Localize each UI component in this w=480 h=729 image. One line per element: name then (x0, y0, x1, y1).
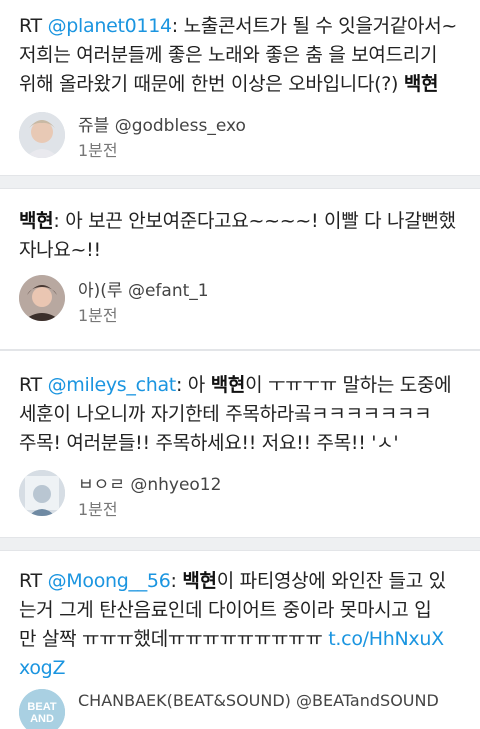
avatar[interactable] (19, 275, 65, 321)
avatar-logo-text: BEAT (27, 701, 56, 713)
tweet-feed: RT @planet0114: 노출콘서트가 될 수 잇을거같아서~ 저희는 여… (0, 0, 480, 729)
tweet-url-link-continued[interactable]: xogZ (19, 657, 65, 679)
tweet-card[interactable]: 백현: 아 보끈 안보여준다고요~~~~! 이빨 다 나갈뻔했 자나요~!! 아… (0, 188, 480, 350)
tweet-card[interactable]: RT @mileys_chat: 아 백현이 ㅜㅠㅜㅠ 말하는 도중에 세훈이 … (0, 350, 480, 538)
avatar[interactable]: BEAT AND (19, 689, 65, 729)
user-handle: @efant_1 (127, 281, 209, 301)
timestamp: 1분전 (78, 141, 118, 160)
display-name: CHANBAEK(BEAT&SOUND) (78, 691, 291, 710)
keyword-highlight: 백현 (403, 73, 439, 95)
keyword-highlight: 백현 (182, 570, 217, 592)
keyword-highlight: 백현 (19, 210, 54, 232)
avatar[interactable] (19, 470, 65, 516)
tweet-author[interactable]: ㅂㅇㄹ @nhyeo12 (78, 470, 221, 495)
tweet-card[interactable]: RT @planet0114: 노출콘서트가 될 수 잇을거같아서~ 저희는 여… (0, 0, 480, 176)
keyword-highlight: 백현 (210, 374, 246, 396)
display-name: 쥬블 (78, 116, 110, 136)
tweet-author[interactable]: 아)(루 @efant_1 (78, 276, 209, 301)
user-handle: @nhyeo12 (130, 475, 222, 495)
timestamp: 1분전 (78, 306, 118, 325)
tweet-text: RT @mileys_chat: 아 백현이 ㅜㅠㅜㅠ 말하는 도중에 세훈이 … (19, 374, 452, 454)
tweet-card[interactable]: RT @Moong__56: 백현이 파티영상에 와인잔 들고 있 는거 그게 … (0, 550, 480, 729)
avatar[interactable] (19, 112, 65, 158)
mention-link[interactable]: @Moong__56 (48, 570, 171, 592)
tweet-text: RT @Moong__56: 백현이 파티영상에 와인잔 들고 있 는거 그게 … (19, 570, 446, 679)
user-handle: @godbless_exo (114, 116, 246, 136)
tweet-url-link[interactable]: t.co/HhNxuX (328, 628, 444, 650)
display-name: 아)(루 (78, 281, 123, 301)
tweet-text: 백현: 아 보끈 안보여준다고요~~~~! 이빨 다 나갈뻔했 자나요~!! (19, 210, 456, 261)
user-handle: @BEATandSOUND (296, 691, 439, 710)
mention-link[interactable]: @mileys_chat (48, 374, 177, 396)
tweet-author[interactable]: CHANBAEK(BEAT&SOUND) @BEATandSOUND (78, 691, 439, 710)
tweet-text: RT @planet0114: 노출콘서트가 될 수 잇을거같아서~ 저희는 여… (19, 15, 457, 95)
mention-link[interactable]: @planet0114 (48, 15, 173, 37)
timestamp: 1분전 (78, 500, 118, 519)
display-name: ㅂㅇㄹ (78, 475, 125, 495)
tweet-author[interactable]: 쥬블 @godbless_exo (78, 111, 246, 136)
avatar-logo-text: AND (30, 713, 54, 725)
